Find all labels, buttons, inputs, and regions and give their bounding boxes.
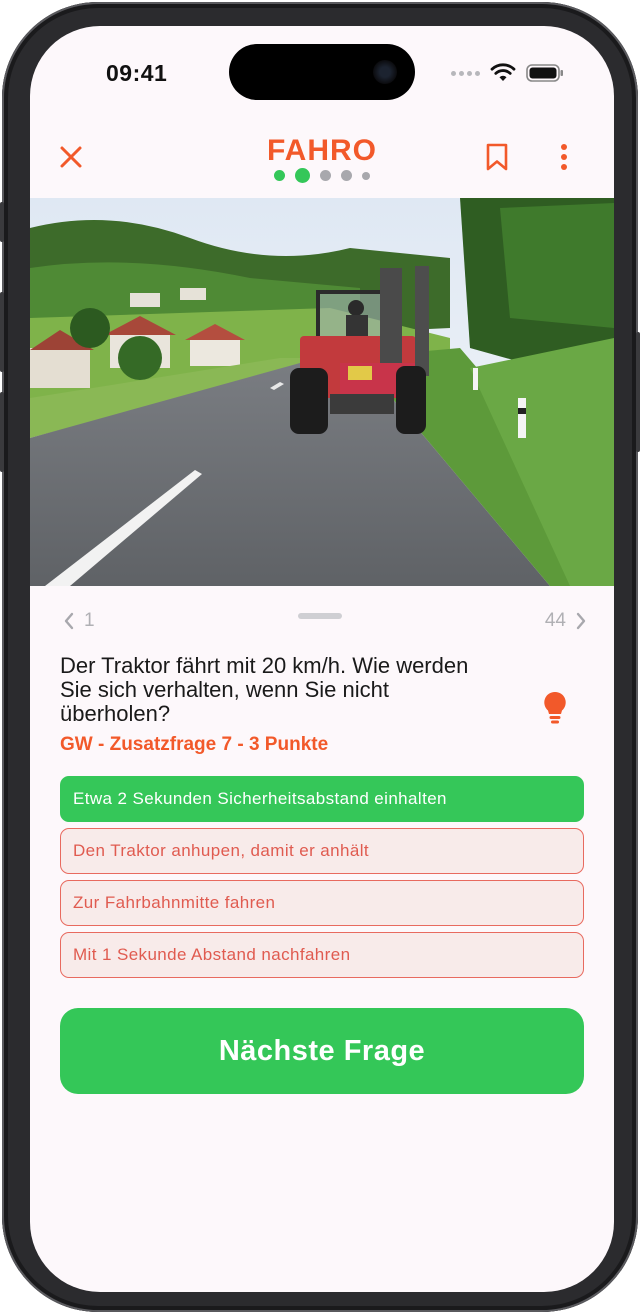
chevron-right-icon <box>576 612 586 630</box>
next-question-number: 44 <box>544 610 566 631</box>
camera-icon <box>373 60 397 84</box>
question-image <box>30 198 614 586</box>
bookmark-button[interactable] <box>485 142 509 172</box>
status-icons <box>451 62 564 84</box>
lightbulb-icon <box>544 691 566 724</box>
progress-dot <box>362 171 370 180</box>
progress-dots <box>30 168 614 183</box>
hint-button[interactable] <box>542 690 568 724</box>
more-vertical-icon <box>561 144 567 170</box>
volume-down-button <box>0 392 4 472</box>
status-time: 09:41 <box>106 60 168 86</box>
answer-option-correct[interactable]: Etwa 2 Sekunden Sicherheitsabstand einha… <box>60 776 584 822</box>
dynamic-island <box>229 44 415 100</box>
progress-dot <box>274 170 285 181</box>
answer-option-wrong[interactable]: Zur Fahrbahnmitte fahren <box>60 880 584 926</box>
next-question-nav-button[interactable]: 44 <box>545 610 586 632</box>
progress-dot <box>341 170 352 181</box>
volume-up-button <box>0 292 4 372</box>
bookmark-icon <box>486 143 508 171</box>
question-text: Der Traktor fährt mit 20 km/h. Wie werde… <box>60 653 469 726</box>
drag-handle[interactable] <box>298 613 342 619</box>
next-question-button[interactable]: Nächste Frage <box>60 1008 584 1094</box>
battery-icon <box>526 63 564 83</box>
progress-dot-current <box>295 168 310 183</box>
action-button <box>0 202 4 242</box>
answer-option-wrong[interactable]: Mit 1 Sekunde Abstand nachfahren <box>60 932 584 978</box>
previous-question-number: 1 <box>84 610 95 631</box>
cellular-signal-icon <box>451 70 480 76</box>
app-header: FAHRO <box>30 126 614 190</box>
question-pager: 1 44 <box>30 606 614 636</box>
chevron-left-icon <box>64 612 74 630</box>
progress-dot <box>320 170 331 181</box>
phone-frame: 09:41 FAHRO 1 44 Der Traktor fährt mit 2… <box>0 2 640 1312</box>
wifi-icon <box>490 63 516 83</box>
answer-list: Etwa 2 Sekunden Sicherheitsabstand einha… <box>60 776 584 984</box>
previous-question-button[interactable]: 1 <box>64 610 95 632</box>
power-button <box>636 332 640 452</box>
app-screen: 09:41 FAHRO 1 44 Der Traktor fährt mit 2… <box>30 26 614 1292</box>
more-options-button[interactable] <box>560 142 568 172</box>
answer-option-wrong[interactable]: Den Traktor anhupen, damit er anhält <box>60 828 584 874</box>
app-logo: FAHRO <box>267 134 377 167</box>
question-category: GW - Zusatzfrage 7 - 3 Punkte <box>60 734 329 755</box>
